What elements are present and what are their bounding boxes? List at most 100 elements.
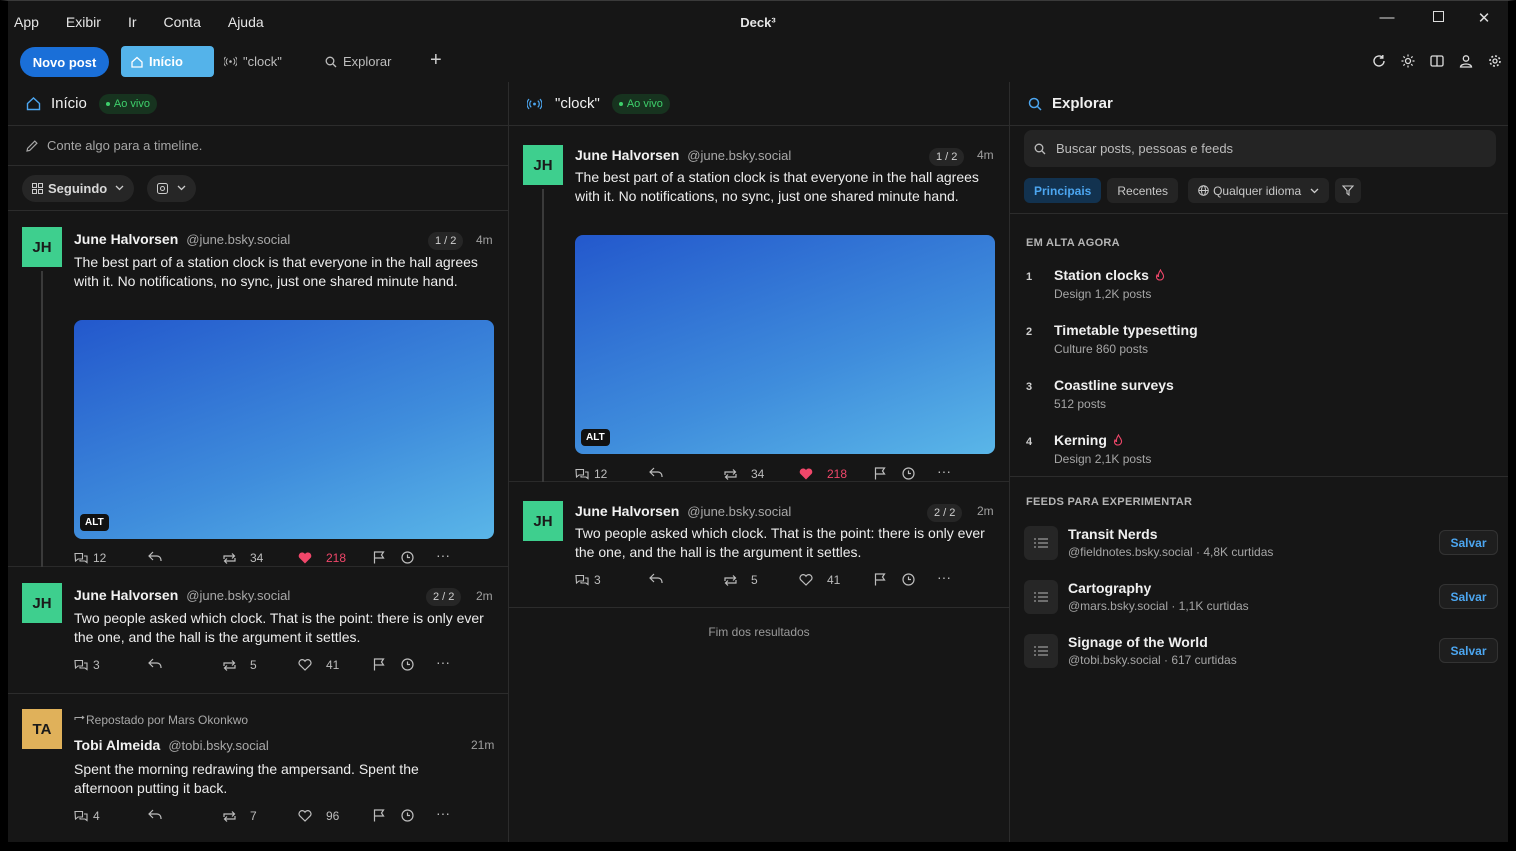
reply-icon[interactable]: [649, 467, 663, 478]
reply-count-button[interactable]: 4: [74, 809, 100, 823]
post[interactable]: Repostado por Mars Okonkwo TA Tobi Almei…: [8, 694, 508, 842]
post[interactable]: JH June Halvorsen @june.bsky.social 1 / 2…: [8, 211, 508, 567]
flag-icon[interactable]: [373, 551, 385, 564]
repost-button[interactable]: 34: [723, 467, 764, 481]
reply-icon[interactable]: [148, 658, 162, 669]
flag-icon[interactable]: [373, 658, 385, 671]
more-icon[interactable]: ···: [436, 654, 450, 670]
repost-by-label[interactable]: Repostado por Mars Okonkwo: [86, 713, 248, 727]
flag-icon[interactable]: [874, 467, 886, 480]
settings-gear-icon[interactable]: [1480, 54, 1508, 68]
tab-recentes[interactable]: Recentes: [1107, 178, 1179, 203]
like-button[interactable]: 218: [799, 467, 847, 481]
author-handle[interactable]: @june.bsky.social: [687, 504, 791, 519]
following-filter-dropdown[interactable]: Seguindo: [22, 174, 135, 202]
like-button[interactable]: 41: [799, 573, 840, 587]
feed-name[interactable]: Transit Nerds: [1068, 526, 1157, 542]
language-dropdown[interactable]: Qualquer idioma: [1188, 178, 1330, 203]
columns-icon[interactable]: [1422, 54, 1451, 68]
repost-icon: [724, 468, 737, 480]
feed-name[interactable]: Cartography: [1068, 580, 1151, 596]
feed-item[interactable]: Transit Nerds @fieldnotes.bsky.social · …: [1024, 522, 1498, 562]
author-name[interactable]: June Halvorsen: [74, 587, 178, 603]
author-handle[interactable]: @june.bsky.social: [186, 588, 290, 603]
post-time[interactable]: 4m: [977, 148, 994, 162]
author-name[interactable]: June Halvorsen: [575, 147, 679, 163]
add-column-icon[interactable]: +: [430, 49, 442, 72]
repost-button[interactable]: 5: [222, 658, 257, 672]
feed-name[interactable]: Signage of the World: [1068, 634, 1208, 650]
trend-item[interactable]: 1 Station clocks Design 1,2K posts: [1026, 267, 1496, 307]
more-icon[interactable]: ···: [937, 569, 951, 585]
flag-icon[interactable]: [373, 809, 385, 822]
more-icon[interactable]: ···: [436, 547, 450, 563]
reply-count-button[interactable]: 12: [74, 551, 106, 565]
trend-item[interactable]: 4 Kerning Design 2,1K posts: [1026, 432, 1496, 472]
like-button[interactable]: 96: [298, 809, 339, 823]
post[interactable]: JH June Halvorsen @june.bsky.social 2 / 2…: [509, 482, 1009, 608]
post-time[interactable]: 4m: [476, 233, 493, 247]
theme-sun-icon[interactable]: [1393, 54, 1422, 68]
new-post-button[interactable]: Novo post: [20, 47, 109, 77]
like-button[interactable]: 41: [298, 658, 339, 672]
feed-item[interactable]: Signage of the World @tobi.bsky.social ·…: [1024, 630, 1498, 670]
more-icon[interactable]: ···: [436, 805, 450, 821]
save-feed-button[interactable]: Salvar: [1439, 638, 1498, 663]
reply-count-button[interactable]: 3: [74, 658, 100, 672]
maximize-button[interactable]: [1426, 9, 1450, 26]
composer-input[interactable]: Conte algo para a timeline.: [8, 126, 508, 166]
post[interactable]: JH June Halvorsen @june.bsky.social 1 / 2…: [509, 126, 1009, 482]
repost-button[interactable]: 5: [723, 573, 758, 587]
save-feed-button[interactable]: Salvar: [1439, 530, 1498, 555]
author-name[interactable]: June Halvorsen: [575, 503, 679, 519]
reply-count-button[interactable]: 12: [575, 467, 607, 481]
post-image[interactable]: ALT: [74, 320, 494, 539]
more-icon[interactable]: ···: [937, 463, 951, 479]
avatar[interactable]: JH: [523, 501, 563, 541]
trend-item[interactable]: 2 Timetable typesetting Culture 860 post…: [1026, 322, 1496, 362]
avatar[interactable]: JH: [22, 227, 62, 267]
feed-item[interactable]: Cartography @mars.bsky.social · 1,1K cur…: [1024, 576, 1498, 616]
repost-button[interactable]: 34: [222, 551, 263, 565]
clock-icon[interactable]: [401, 658, 414, 671]
alt-badge[interactable]: ALT: [581, 429, 610, 446]
author-handle[interactable]: @tobi.bsky.social: [168, 738, 268, 753]
reply-icon[interactable]: [649, 573, 663, 584]
author-name[interactable]: Tobi Almeida: [74, 737, 160, 753]
clock-icon[interactable]: [401, 809, 414, 822]
refresh-icon[interactable]: [1364, 54, 1393, 68]
post-time[interactable]: 2m: [476, 589, 493, 603]
tab-inicio[interactable]: Início: [121, 46, 214, 77]
media-filter-dropdown[interactable]: [147, 174, 197, 202]
trend-item[interactable]: 3 Coastline surveys 512 posts: [1026, 377, 1496, 417]
author-handle[interactable]: @june.bsky.social: [687, 148, 791, 163]
like-button[interactable]: 218: [298, 551, 346, 565]
minimize-button[interactable]: —: [1375, 9, 1399, 26]
clock-icon[interactable]: [902, 573, 915, 586]
repost-button[interactable]: 7: [222, 809, 257, 823]
filter-button[interactable]: [1335, 178, 1362, 203]
post-time[interactable]: 21m: [471, 738, 494, 752]
reply-icon[interactable]: [148, 551, 162, 562]
tab-principais[interactable]: Principais: [1024, 178, 1102, 203]
tab-explorar[interactable]: Explorar: [325, 46, 391, 77]
flag-icon[interactable]: [874, 573, 886, 586]
post-time[interactable]: 2m: [977, 504, 994, 518]
avatar[interactable]: JH: [22, 583, 62, 623]
close-button[interactable]: ✕: [1472, 9, 1496, 27]
avatar[interactable]: TA: [22, 709, 62, 749]
post[interactable]: JH June Halvorsen @june.bsky.social 2 / 2…: [8, 567, 508, 694]
account-icon[interactable]: [1451, 54, 1480, 68]
clock-icon[interactable]: [401, 551, 414, 564]
save-feed-button[interactable]: Salvar: [1439, 584, 1498, 609]
search-input[interactable]: Buscar posts, pessoas e feeds: [1024, 130, 1496, 167]
author-name[interactable]: June Halvorsen: [74, 231, 178, 247]
post-image[interactable]: ALT: [575, 235, 995, 454]
tab-clock[interactable]: "clock": [224, 46, 282, 77]
reply-icon[interactable]: [148, 809, 162, 820]
clock-icon[interactable]: [902, 467, 915, 480]
alt-badge[interactable]: ALT: [80, 514, 109, 531]
author-handle[interactable]: @june.bsky.social: [186, 232, 290, 247]
reply-count-button[interactable]: 3: [575, 573, 601, 587]
avatar[interactable]: JH: [523, 145, 563, 185]
